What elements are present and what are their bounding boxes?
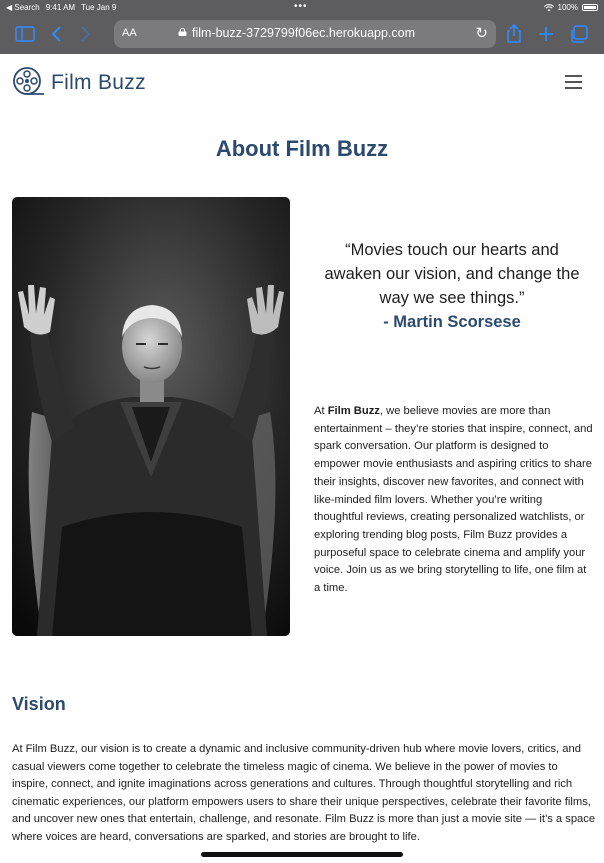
tabs-icon[interactable] xyxy=(568,23,590,45)
director-portrait-image xyxy=(12,197,290,636)
text-size-button[interactable]: AA xyxy=(122,27,137,39)
new-tab-icon[interactable] xyxy=(536,23,556,45)
multitasking-dots-icon[interactable]: ••• xyxy=(294,1,308,12)
home-indicator[interactable] xyxy=(201,852,403,857)
back-to-app-label[interactable]: ◀ Search xyxy=(6,3,40,12)
address-bar[interactable]: AA film-buzz-3729799f06ec.herokuapp.com … xyxy=(114,20,496,48)
featured-quote: “Movies touch our hearts and awaken our … xyxy=(316,238,588,334)
back-icon[interactable] xyxy=(50,23,64,45)
sidebar-icon[interactable] xyxy=(14,23,36,45)
status-date: Tue Jan 9 xyxy=(81,3,117,12)
quote-author: - Martin Scorsese xyxy=(383,313,521,331)
battery-icon xyxy=(582,4,598,11)
vision-heading: Vision xyxy=(12,694,66,714)
film-reel-icon[interactable] xyxy=(12,66,46,100)
reload-icon[interactable]: ↻ xyxy=(475,24,488,42)
about-brand: Film Buzz xyxy=(327,405,380,417)
status-bar: ◀ Search 9:41 AM Tue Jan 9 ••• 100% xyxy=(0,0,604,16)
site-header: Film Buzz xyxy=(0,54,604,110)
hamburger-icon[interactable] xyxy=(565,75,582,89)
battery-percent: 100% xyxy=(557,3,578,12)
brand-name[interactable]: Film Buzz xyxy=(51,71,146,95)
url-text: film-buzz-3729799f06ec.herokuapp.com xyxy=(192,26,416,40)
status-time: 9:41 AM xyxy=(45,3,76,12)
forward-icon[interactable] xyxy=(78,23,92,45)
page-title: About Film Buzz xyxy=(215,136,389,161)
wifi-icon xyxy=(543,3,554,11)
about-body: , we believe movies are more than entert… xyxy=(314,405,593,595)
lock-icon xyxy=(178,28,187,36)
vision-paragraph: At Film Buzz, our vision is to create a … xyxy=(12,743,596,843)
about-intro: At xyxy=(314,405,328,417)
quote-text: “Movies touch our hearts and awaken our … xyxy=(324,241,580,307)
share-icon[interactable] xyxy=(504,23,524,45)
about-paragraph: At Film Buzz, we believe movies are more… xyxy=(314,403,594,598)
